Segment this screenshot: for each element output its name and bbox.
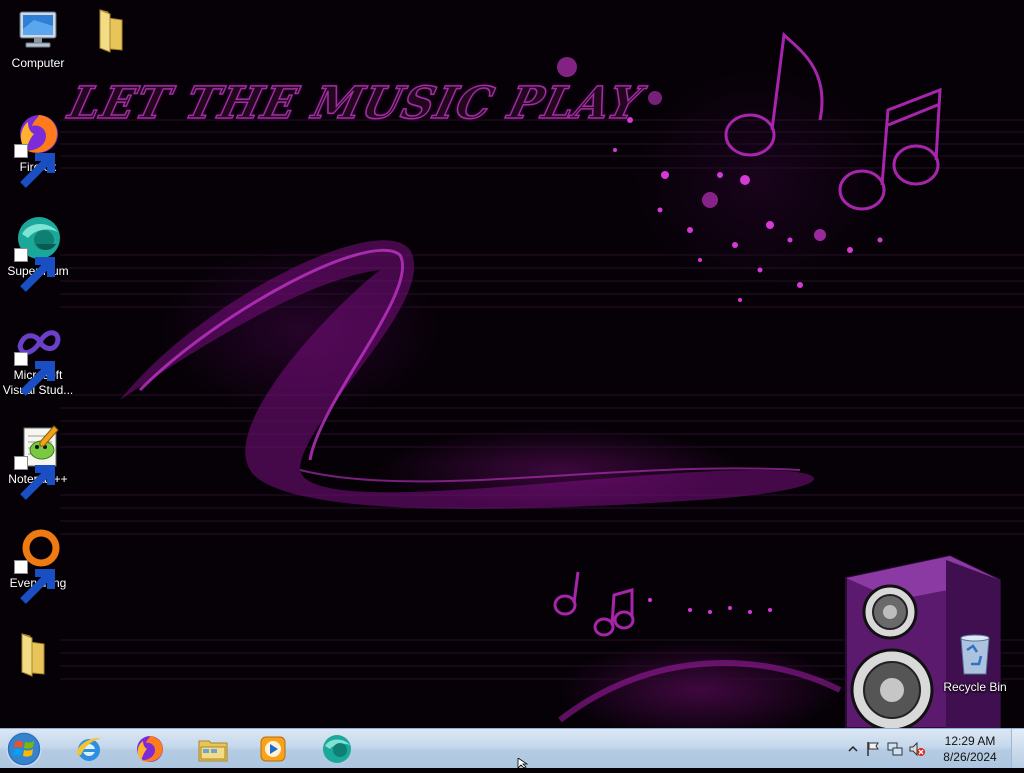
action-center-flag-icon[interactable] bbox=[864, 740, 882, 758]
shortcut-arrow-icon bbox=[14, 560, 55, 604]
everything-icon bbox=[14, 526, 62, 604]
taskbar-firefox[interactable] bbox=[123, 730, 177, 767]
shortcut-arrow-icon bbox=[14, 456, 55, 500]
desktop-icon-computer[interactable]: Computer bbox=[0, 6, 76, 71]
desktop-icon-notepadpp[interactable]: Notepad++ bbox=[0, 422, 76, 500]
mouse-cursor-icon bbox=[517, 758, 529, 768]
media-player-icon bbox=[260, 736, 286, 761]
desktop-icon-label: Computer bbox=[11, 56, 65, 70]
show-desktop-button[interactable] bbox=[1011, 729, 1024, 768]
desktop-icon-folder-2[interactable] bbox=[0, 630, 70, 680]
desktop-icon-folder[interactable] bbox=[72, 6, 148, 56]
supermium-icon bbox=[14, 214, 62, 292]
recycle-bin-icon bbox=[951, 630, 999, 678]
taskbar: 12:29 AM 8/26/2024 bbox=[0, 728, 1024, 768]
show-hidden-icons-chevron[interactable] bbox=[844, 740, 862, 758]
desktop[interactable]: LET THE MUSIC PLAY Computer Firefox Supe… bbox=[0, 0, 1024, 728]
folder-icon bbox=[86, 6, 134, 54]
desktop-icon-firefox[interactable]: Firefox bbox=[0, 110, 76, 188]
desktop-icon-supermium[interactable]: Supermium bbox=[0, 214, 76, 292]
firefox-icon bbox=[14, 110, 62, 188]
taskbar-media-player[interactable] bbox=[246, 730, 300, 767]
internet-explorer-icon bbox=[76, 737, 101, 761]
wallpaper-title: LET THE MUSIC PLAY bbox=[63, 77, 648, 130]
file-explorer-icon bbox=[198, 740, 228, 761]
taskbar-internet-explorer[interactable] bbox=[62, 730, 116, 767]
shortcut-arrow-icon bbox=[14, 352, 55, 396]
desktop-icon-everything[interactable]: Everything bbox=[0, 526, 76, 604]
supermium-icon bbox=[323, 734, 351, 763]
desktop-icon-label: Recycle Bin bbox=[943, 680, 1007, 694]
windows-logo-icon bbox=[6, 731, 42, 767]
folder-icon bbox=[8, 630, 56, 678]
system-tray: 12:29 AM 8/26/2024 bbox=[844, 729, 1024, 768]
clock-time: 12:29 AM bbox=[944, 734, 996, 748]
shortcut-arrow-icon bbox=[14, 144, 55, 188]
taskbar-supermium[interactable] bbox=[310, 730, 364, 767]
shortcut-arrow-icon bbox=[14, 248, 55, 292]
taskbar-file-explorer[interactable] bbox=[186, 730, 240, 767]
clock[interactable]: 12:29 AM 8/26/2024 bbox=[936, 733, 1004, 765]
notepadpp-icon bbox=[14, 422, 62, 500]
start-button[interactable] bbox=[4, 730, 48, 768]
firefox-icon bbox=[137, 735, 163, 762]
clock-date: 8/26/2024 bbox=[943, 750, 997, 764]
visual-studio-icon bbox=[14, 318, 62, 396]
desktop-icon-visual-studio[interactable]: Microsoft Visual Stud... bbox=[0, 318, 76, 398]
volume-muted-icon[interactable] bbox=[908, 740, 926, 758]
network-icon[interactable] bbox=[886, 740, 904, 758]
computer-icon bbox=[14, 6, 62, 54]
desktop-icon-recycle-bin[interactable]: Recycle Bin bbox=[937, 630, 1013, 695]
